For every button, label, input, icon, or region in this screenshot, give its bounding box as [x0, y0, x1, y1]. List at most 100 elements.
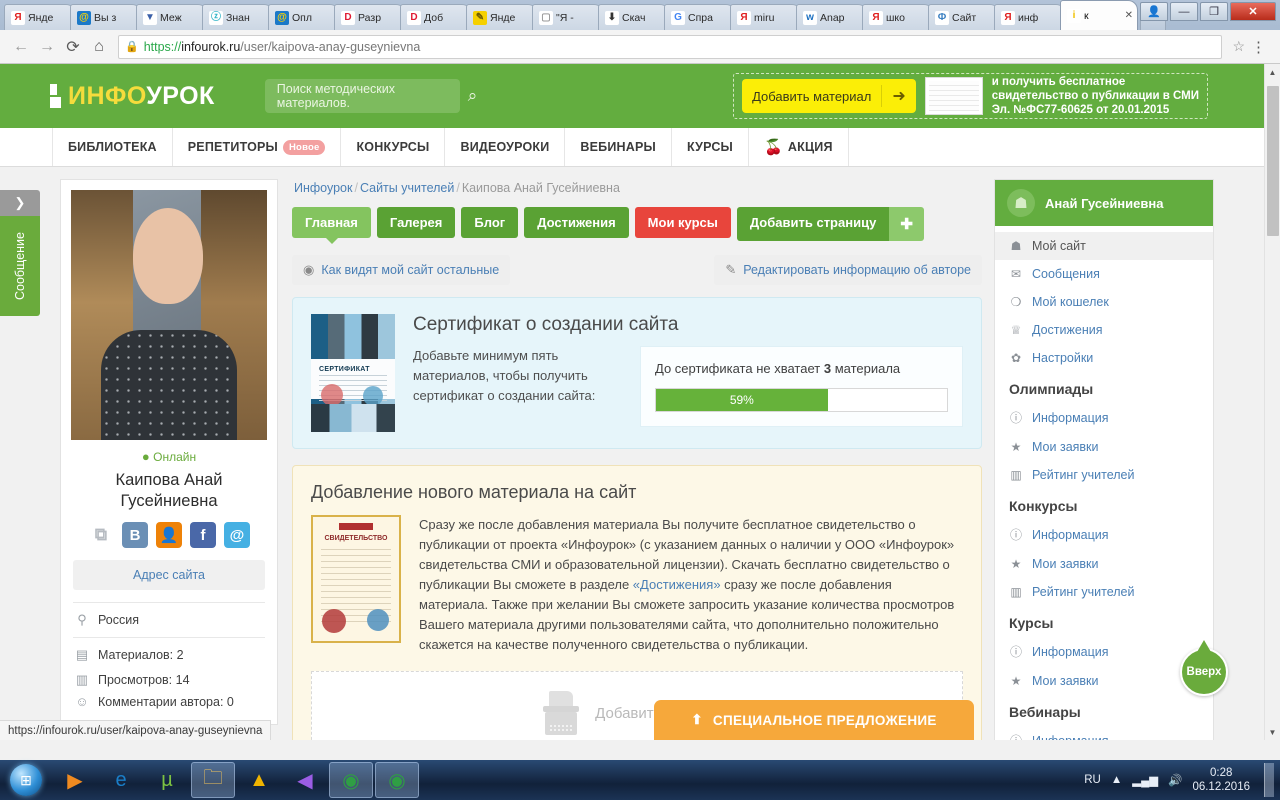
- page-tab[interactable]: Мои курсы: [635, 207, 731, 238]
- facebook-icon[interactable]: f: [190, 522, 216, 548]
- browser-menu-icon[interactable]: ⋮: [1245, 38, 1272, 56]
- nav-item[interactable]: КУРСЫ: [672, 128, 749, 166]
- message-tab-body[interactable]: Сообщение: [0, 216, 40, 316]
- browser-tab[interactable]: Яшко: [862, 4, 934, 30]
- nav-item[interactable]: КОНКУРСЫ: [341, 128, 445, 166]
- view-as-others-button[interactable]: ◉ Как видят мой сайт остальные: [292, 255, 510, 285]
- show-desktop-button[interactable]: [1264, 763, 1274, 797]
- scroll-down-arrow-icon[interactable]: ▼: [1265, 724, 1280, 740]
- nav-item[interactable]: ВИДЕОУРОКИ: [445, 128, 565, 166]
- nav-item[interactable]: 🍒АКЦИЯ: [749, 128, 849, 166]
- browser-tab[interactable]: iк✕: [1060, 0, 1138, 30]
- sidebar-item[interactable]: ⓘИнформация: [995, 402, 1213, 433]
- copy-link-icon[interactable]: ⧉: [88, 522, 114, 548]
- browser-tab[interactable]: wAnap: [796, 4, 868, 30]
- message-tab-label: Сообщение: [13, 232, 27, 300]
- scrollbar-thumb[interactable]: [1267, 86, 1279, 236]
- window-user-button[interactable]: 👤: [1140, 2, 1168, 21]
- site-address-button[interactable]: Адрес сайта: [73, 560, 265, 590]
- home-icon[interactable]: ⌂: [86, 34, 112, 60]
- sidebar-item[interactable]: ☗Мой сайт: [995, 232, 1213, 260]
- sidebar-item[interactable]: ⓘИнформация: [995, 636, 1213, 667]
- window-minimize-button[interactable]: —: [1170, 2, 1198, 21]
- reload-icon[interactable]: ⟳: [60, 34, 86, 60]
- browser-tab[interactable]: ▢"Я -: [532, 4, 604, 30]
- utorrent-icon[interactable]: µ: [145, 762, 189, 798]
- browser-tab[interactable]: ✎Янде: [466, 4, 538, 30]
- aimp-icon[interactable]: ▲: [237, 762, 281, 798]
- forward-icon[interactable]: →: [34, 34, 60, 60]
- sidebar-item[interactable]: ⓘИнформация: [995, 519, 1213, 550]
- browser-tab[interactable]: @Вы з: [70, 4, 142, 30]
- page-tab[interactable]: Галерея: [377, 207, 456, 238]
- page-scrollbar[interactable]: ▲ ▼: [1264, 64, 1280, 740]
- browser-tab[interactable]: @Опл: [268, 4, 340, 30]
- sidebar-group-title: Олимпиады: [995, 372, 1213, 402]
- page-tab[interactable]: Главная: [292, 207, 371, 238]
- sidebar-item[interactable]: ⓘИнформация: [995, 725, 1213, 740]
- kmplayer-icon[interactable]: ◀: [283, 762, 327, 798]
- nav-item[interactable]: ВЕБИНАРЫ: [565, 128, 672, 166]
- special-offer-banner[interactable]: ⬆ СПЕЦИАЛЬНОЕ ПРЕДЛОЖЕНИЕ: [654, 700, 974, 740]
- breadcrumb-item-teacher-sites[interactable]: Сайты учителей: [360, 181, 454, 195]
- achievements-link[interactable]: «Достижения»: [633, 577, 721, 592]
- browser-tab[interactable]: ФСайт: [928, 4, 1000, 30]
- add-page-button[interactable]: Добавить страницу: [737, 207, 889, 241]
- language-indicator[interactable]: RU: [1084, 774, 1101, 786]
- chrome-icon-1[interactable]: ◉: [329, 762, 373, 798]
- chrome-icon-2[interactable]: ◉: [375, 762, 419, 798]
- sidebar-item[interactable]: ✉Сообщения: [995, 260, 1213, 288]
- browser-tab[interactable]: ⬇Скач: [598, 4, 670, 30]
- add-material-promo-button[interactable]: Добавить материал ➜: [742, 79, 916, 113]
- sidebar-item[interactable]: ❍Мой кошелек: [995, 288, 1213, 316]
- sidebar-item[interactable]: ▥Рейтинг учителей: [995, 578, 1213, 606]
- browser-tab[interactable]: ЯЯнде: [4, 4, 76, 30]
- start-button[interactable]: ⊞: [0, 761, 52, 799]
- sidebar-item[interactable]: ▥Рейтинг учителей: [995, 461, 1213, 489]
- tray-expand-icon[interactable]: ▲: [1111, 774, 1122, 786]
- bookmark-star-icon[interactable]: ☆: [1232, 38, 1245, 55]
- search-input[interactable]: Поиск методических материалов.: [265, 79, 460, 113]
- edit-author-info-button[interactable]: ✎ Редактировать информацию об авторе: [714, 255, 982, 285]
- url-text: https://infourok.ru/user/kaipova-anay-gu…: [144, 40, 421, 54]
- back-icon[interactable]: ←: [8, 34, 34, 60]
- sidebar-item[interactable]: ★Мои заявки: [995, 550, 1213, 578]
- clock[interactable]: 0:28 06.12.2016: [1192, 766, 1250, 794]
- mailru-icon[interactable]: @: [224, 522, 250, 548]
- page-tab[interactable]: Достижения: [524, 207, 628, 238]
- browser-tab[interactable]: Яинф: [994, 4, 1066, 30]
- sidebar-item[interactable]: ✿Настройки: [995, 344, 1213, 372]
- browser-tab[interactable]: ⓩЗнан: [202, 4, 274, 30]
- window-maximize-button[interactable]: ❐: [1200, 2, 1228, 21]
- internet-explorer-icon[interactable]: e: [99, 762, 143, 798]
- tab-close-icon[interactable]: ✕: [1125, 10, 1133, 21]
- network-icon[interactable]: ▂▄▆: [1132, 773, 1158, 787]
- status-bar: https://infourok.ru/user/kaipova-anay-gu…: [0, 720, 271, 740]
- page-tab[interactable]: Блог: [461, 207, 518, 238]
- browser-tab[interactable]: ▼Меж: [136, 4, 208, 30]
- address-bar[interactable]: 🔒 https://infourok.ru/user/kaipova-anay-…: [118, 35, 1222, 59]
- message-tab-toggle[interactable]: ❯: [0, 190, 40, 216]
- vk-icon[interactable]: B: [122, 522, 148, 548]
- browser-tab[interactable]: DДоб: [400, 4, 472, 30]
- media-player-icon[interactable]: ▶: [53, 762, 97, 798]
- breadcrumb-item-infourok[interactable]: Инфоурок: [294, 181, 352, 195]
- site-logo[interactable]: ИНФОУРОК: [50, 82, 215, 111]
- scroll-to-top-button[interactable]: Вверх: [1180, 648, 1228, 696]
- sidebar-item[interactable]: ★Мои заявки: [995, 433, 1213, 461]
- plus-icon[interactable]: ✚: [889, 207, 924, 241]
- scroll-up-arrow-icon[interactable]: ▲: [1265, 64, 1280, 80]
- volume-icon[interactable]: 🔊: [1168, 773, 1182, 787]
- nav-item[interactable]: БИБЛИОТЕКА: [52, 128, 173, 166]
- message-side-tab[interactable]: ❯ Сообщение: [0, 190, 40, 316]
- search-icon[interactable]: ⌕: [468, 86, 478, 106]
- explorer-icon[interactable]: 🗀: [191, 762, 235, 798]
- sidebar-user-header[interactable]: ☗ Анай Гусейниевна: [995, 180, 1213, 226]
- browser-tab[interactable]: Яmiru: [730, 4, 802, 30]
- browser-tab[interactable]: DРазр: [334, 4, 406, 30]
- sidebar-item[interactable]: ♕Достижения: [995, 316, 1213, 344]
- nav-item[interactable]: РЕПЕТИТОРЫНовое: [173, 128, 342, 166]
- window-close-button[interactable]: ✕: [1230, 2, 1276, 21]
- ok-icon[interactable]: 👤: [156, 522, 182, 548]
- browser-tab[interactable]: GСпра: [664, 4, 736, 30]
